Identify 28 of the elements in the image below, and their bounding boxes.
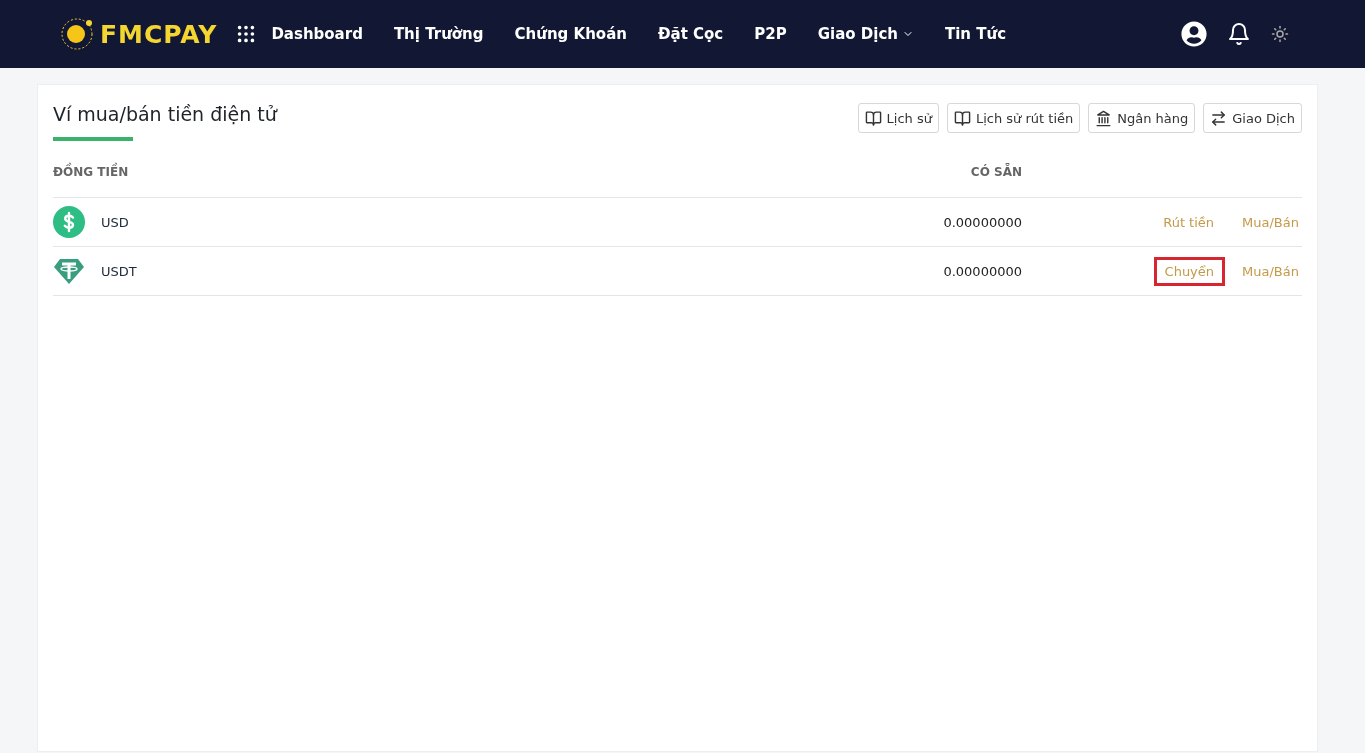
bank-icon bbox=[1095, 109, 1113, 127]
dollar-coin-icon bbox=[53, 206, 85, 238]
logo-text: FMCPAY bbox=[100, 19, 218, 49]
swap-arrows-icon bbox=[1210, 109, 1228, 127]
toolbar-button[interactable]: Lịch sử bbox=[857, 103, 939, 133]
nav-link[interactable]: Dashboard bbox=[271, 25, 363, 43]
coin-name: USDT bbox=[101, 263, 137, 279]
page-title: Ví mua/bán tiền điện tử bbox=[53, 103, 277, 125]
toolbar-button[interactable]: Giao Dịch bbox=[1203, 103, 1302, 133]
nav-link[interactable]: Chứng Khoán bbox=[514, 25, 627, 43]
toolbar-button[interactable]: Lịch sử rút tiền bbox=[946, 103, 1081, 133]
notification-bell-icon[interactable] bbox=[1227, 22, 1251, 46]
book-icon bbox=[864, 109, 882, 127]
column-header: CÓ SẴN bbox=[970, 165, 1022, 179]
nav-link[interactable]: Tin Tức bbox=[944, 25, 1007, 43]
theme-sun-icon[interactable] bbox=[1271, 25, 1289, 43]
book-icon bbox=[953, 109, 971, 127]
user-avatar-icon[interactable] bbox=[1181, 21, 1207, 47]
toolbar-button[interactable]: Ngân hàng bbox=[1088, 103, 1196, 133]
nav-link[interactable]: Đặt Cọc bbox=[657, 25, 724, 43]
nav-link[interactable]: Thị Trường bbox=[393, 25, 484, 43]
nav-link[interactable]: P2P bbox=[754, 25, 787, 43]
nav-link[interactable]: Giao Dịch bbox=[817, 25, 914, 43]
balance-amount: 0.00000000 bbox=[943, 263, 1022, 279]
coin-name: USD bbox=[101, 214, 129, 230]
logo-icon bbox=[60, 17, 94, 51]
tether-coin-icon bbox=[53, 257, 85, 285]
balance-amount: 0.00000000 bbox=[943, 214, 1022, 230]
